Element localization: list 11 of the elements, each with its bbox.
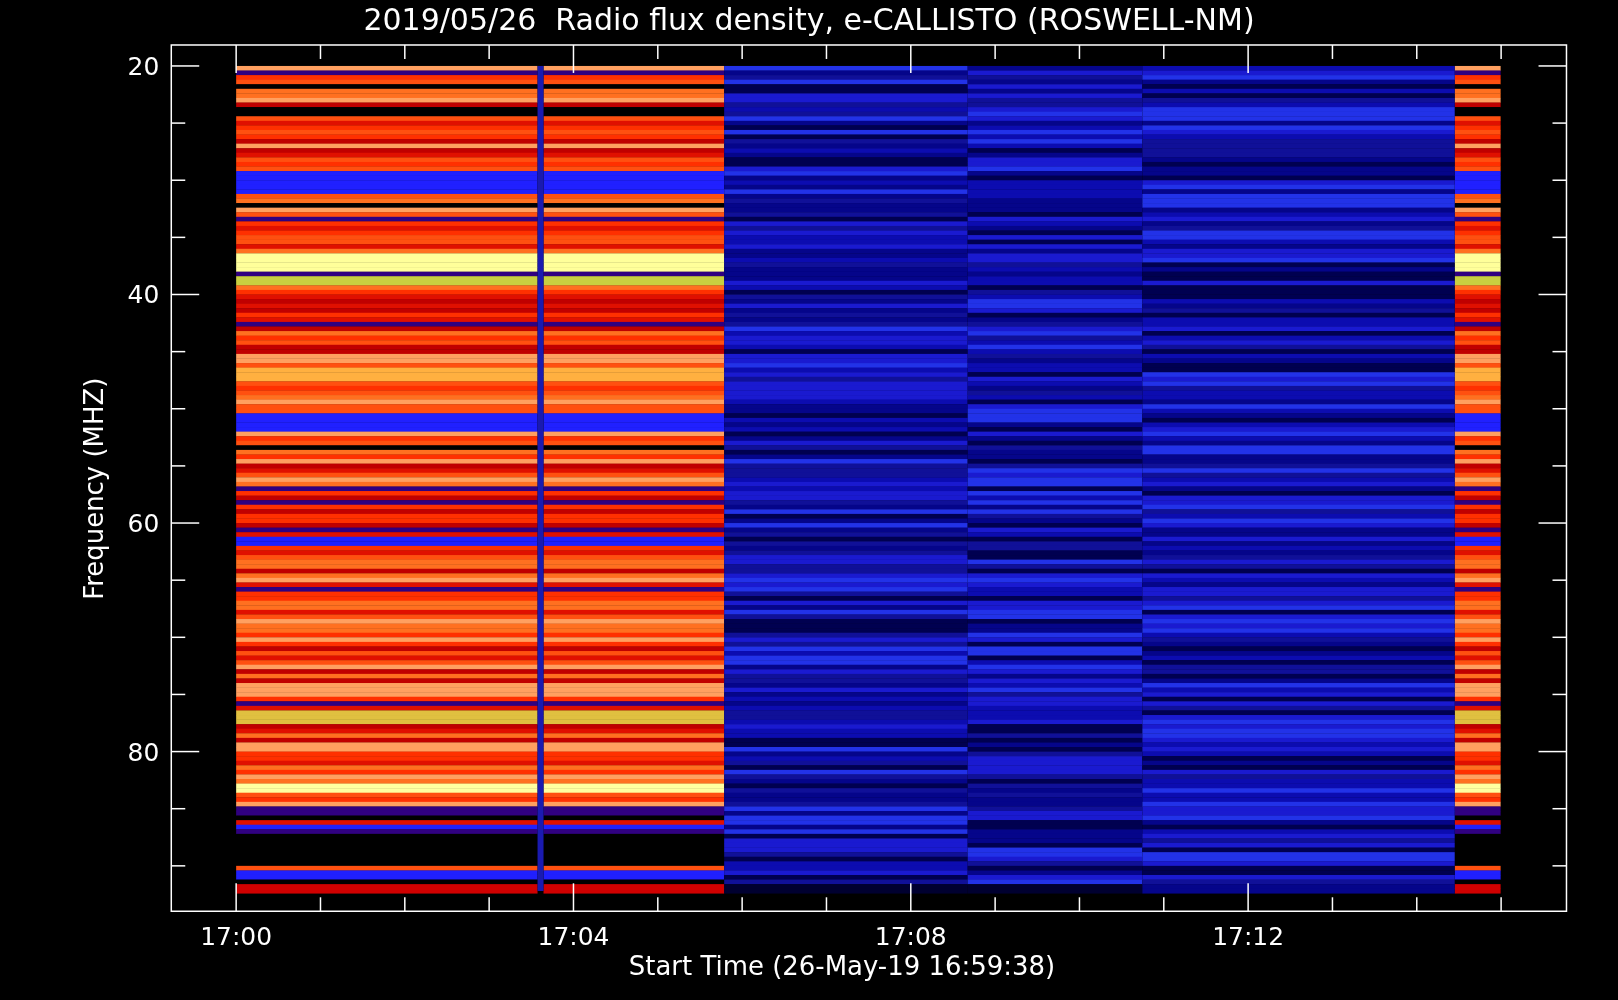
tick-label: 17:04 xyxy=(537,922,610,952)
tick-label: 20 xyxy=(127,51,160,81)
tick-label: 17:08 xyxy=(874,922,947,952)
tick-label: 40 xyxy=(127,280,160,310)
chart-title: 2019/05/26 Radio flux density, e-CALLISTO (ROSWELL-NM) xyxy=(363,2,1255,39)
axis-title: Frequency (MHZ) xyxy=(79,377,110,600)
tick-label: 80 xyxy=(127,737,160,767)
tick-label: 17:12 xyxy=(1212,922,1285,952)
axis-title: Start Time (26-May-19 16:59:38) xyxy=(628,951,1056,982)
tick-label: 17:00 xyxy=(200,922,273,952)
tick-label: 60 xyxy=(127,508,160,538)
